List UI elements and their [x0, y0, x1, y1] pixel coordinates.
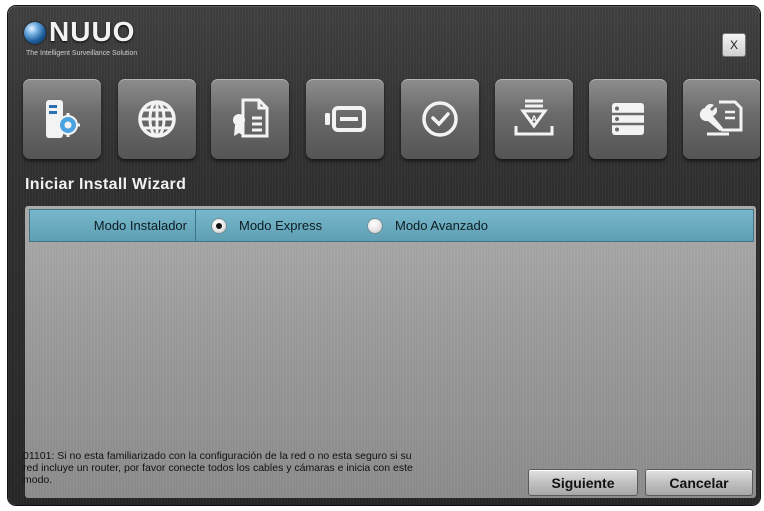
toolbar-install-button[interactable]: A [495, 79, 573, 159]
logo-tagline: The Intelligent Surveillance Solution [26, 50, 138, 57]
install-mode-row: Modo Instalador Modo Express Modo Avanza… [29, 209, 754, 242]
toolbar-storage-button[interactable] [589, 79, 667, 159]
toolbar: A [23, 79, 760, 163]
logo-wordmark: NUUO [49, 16, 136, 47]
toolbar-server-settings-button[interactable] [23, 79, 101, 159]
radio-advanced-mode[interactable]: Modo Avanzado [367, 210, 488, 241]
cancel-button[interactable]: Cancelar [645, 469, 753, 496]
next-button[interactable]: Siguiente [528, 469, 638, 496]
toolbar-network-button[interactable] [118, 79, 196, 159]
radio-unchecked-icon[interactable] [367, 217, 383, 234]
tools-document-icon [699, 100, 743, 136]
download-install-icon: A [514, 99, 554, 136]
toolbar-license-button[interactable] [211, 79, 289, 159]
mode-description-text: 01101: Si no esta familiarizado con la c… [23, 450, 413, 486]
server-settings-icon [46, 100, 80, 138]
radio-express-label[interactable]: Modo Express [239, 218, 322, 233]
radio-checked-icon[interactable] [211, 217, 227, 234]
toolbar-tools-button[interactable] [683, 79, 760, 159]
clock-icon [422, 101, 458, 137]
nuuo-logo: NUUO The Intelligent Surveillance Soluti… [24, 16, 184, 66]
page-title: Iniciar Install Wizard [25, 176, 187, 193]
toolbar-device-button[interactable] [306, 79, 384, 159]
radio-express-mode[interactable]: Modo Express [211, 210, 322, 241]
install-wizard-window: NUUO The Intelligent Surveillance Soluti… [8, 6, 760, 505]
logo-orb-icon [24, 22, 46, 44]
device-card-icon [325, 106, 366, 132]
install-mode-label: Modo Instalador [30, 210, 196, 241]
svg-text:A: A [531, 114, 538, 124]
license-certificate-icon [233, 98, 269, 138]
storage-list-icon [612, 103, 644, 135]
globe-icon [138, 100, 176, 138]
toolbar-schedule-button[interactable] [401, 79, 479, 159]
close-button[interactable]: X [722, 33, 746, 57]
radio-advanced-label[interactable]: Modo Avanzado [395, 218, 488, 233]
